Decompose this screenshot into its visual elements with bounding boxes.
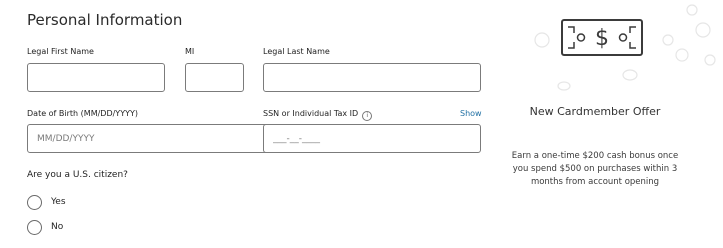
first-name-field[interactable] [27,63,165,92]
dob-field[interactable] [27,124,271,153]
mi-label: MI [185,47,195,56]
last-name-field[interactable] [263,63,481,92]
info-icon[interactable]: i [362,111,373,121]
dollar-bill-icon: $ [561,19,643,56]
citizen-no-label[interactable]: No [51,222,63,232]
citizen-question: Are you a U.S. citizen? [27,170,128,180]
offer-title: New Cardmember Offer [529,105,661,118]
offer-text: Earn a one-time $200 cash bonus once you… [511,151,679,187]
mi-field[interactable] [185,63,244,92]
citizen-yes-label[interactable]: Yes [51,197,66,207]
offer-decoration: $ [534,4,716,91]
ssn-label-row: SSN or Individual Tax ID i [263,109,373,121]
ssn-field[interactable] [263,124,481,153]
first-name-label: Legal First Name [27,47,94,56]
dob-label: Date of Birth (MM/DD/YYYY) [27,109,138,118]
page-title: Personal Information [27,11,183,29]
ssn-label: SSN or Individual Tax ID [263,109,359,118]
show-ssn-link[interactable]: Show [460,109,482,118]
citizen-yes-radio[interactable] [27,195,42,210]
citizen-no-radio[interactable] [27,220,42,235]
last-name-label: Legal Last Name [263,47,330,56]
svg-text:$: $ [595,26,609,51]
